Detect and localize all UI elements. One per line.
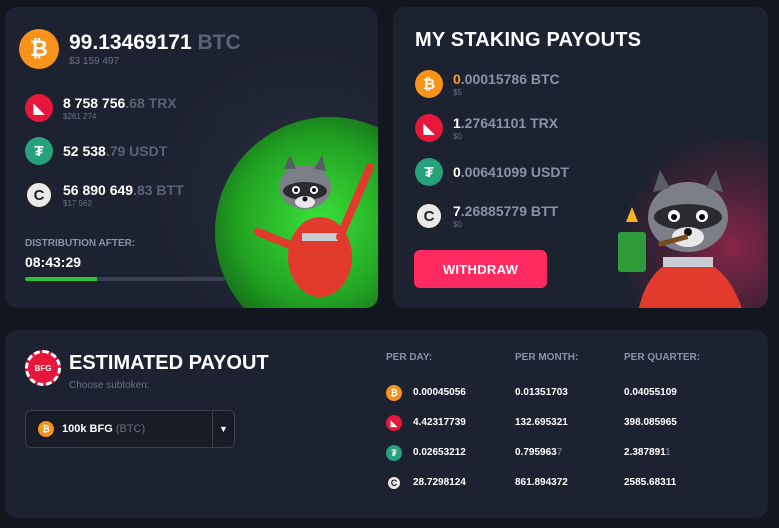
tron-icon: ◣ [415,114,443,142]
payout-row-usdt: ₮ 0.00641099 USDT [415,158,569,186]
payout-trx-lead: 1 [453,115,461,131]
usdt-per-quarter: 2.3878911 [624,447,671,458]
bittorrent-icon: C [415,202,443,230]
payout-row-btc: ₿ 0.00015786 BTC $5 [415,70,560,98]
tether-icon: ₮ [386,445,402,461]
pool-total: ₿ 99.13469171 BTC $3 159 497 [19,29,241,69]
pool-total-amount: 99.13469171 BTC [69,31,241,55]
payouts-title: MY STAKING PAYOUTS [415,29,642,51]
subtoken-select[interactable]: ₿ 100k BFG (BTC) ▼ [25,410,235,448]
payout-btc-lead: 0 [453,71,461,87]
btt-per-day: 28.7298124 [413,477,466,488]
payout-row-trx: ◣ 1.27641101 TRX $0 [415,114,558,142]
usdt-per-month-dim: 7 [556,447,563,458]
my-staking-payouts-card: MY STAKING PAYOUTS ₿ 0.00015786 BTC $5 ◣… [393,7,768,308]
payout-btt-unit: BTT [530,203,559,219]
table-row: ₮ [386,443,402,463]
pool-usd-btt: $17 562 [63,199,92,208]
tether-icon: ₮ [415,158,443,186]
subtoken-unit-text: (BTC) [115,423,146,435]
table-row: C [386,473,402,493]
pool-amount-btt-main: 56 890 649 [63,182,134,198]
tether-icon: ₮ [25,137,53,165]
bitcoin-icon: ₿ [19,29,59,69]
payout-row-btt: C 7.26885779 BTT $0 [415,202,558,230]
usdt-per-month-main: 0.795963 [515,447,557,458]
pool-amount-usdt: 52 538.79 USDT [63,143,167,159]
pool-amount-trx-dim: .68 TRX [125,95,177,111]
distribution-countdown: 08:43:29 [25,254,82,270]
staking-pool-card: ₿ 99.13469171 BTC $3 159 497 ◣ 8 758 756… [5,7,378,308]
choose-subtoken-label: Choose subtoken: [69,380,150,391]
estimated-payout-card: BFG ESTIMATED PAYOUT Choose subtoken: ₿ … [5,330,768,518]
pool-usd-trx: $261 274 [63,112,97,121]
pool-amount-trx-main: 8 758 756 [63,95,126,111]
chevron-down-icon[interactable]: ▼ [212,411,234,447]
table-row: ₿ [386,383,402,403]
pool-amount-usdt-dim: .79 USDT [105,143,168,159]
payout-btc-rest: .00015786 [460,71,527,87]
pool-amount-usdt-main: 52 538 [63,143,106,159]
payout-usdt-unit: USDT [530,164,569,180]
distribution-label: DISTRIBUTION AFTER: [25,238,136,249]
btt-per-month: 861.894372 [515,477,568,488]
header-per-day: PER DAY: [386,352,433,363]
payout-usd-btc: $5 [453,88,462,97]
pool-amount-trx: 8 758 756.68 TRX [63,95,177,111]
trx-per-day: 4.42317739 [413,417,466,428]
bfg-chip-text: BFG [34,363,52,373]
tron-icon: ◣ [25,94,53,122]
bittorrent-icon: C [25,181,53,209]
bfg-token-icon: ₿ [38,421,54,437]
payout-btt-lead: 7 [453,203,461,219]
pool-row-btt: C 56 890 649.83 BTT $17 562 [25,181,184,209]
tron-icon: ◣ [386,415,402,431]
pool-row-usdt: ₮ 52 538.79 USDT [25,137,167,165]
bitcoin-icon: ₿ [415,70,443,98]
pool-row-trx: ◣ 8 758 756.68 TRX $261 274 [25,94,177,122]
payout-amount-btt: 7.26885779 BTT [453,203,558,219]
pool-total-value: 99.13469171 [69,31,192,54]
header-per-quarter: PER QUARTER: [624,352,701,363]
header-per-month: PER MONTH: [515,352,579,363]
payout-amount-btc: 0.00015786 BTC [453,71,560,87]
estimated-payout-title: ESTIMATED PAYOUT [69,352,269,374]
usdt-per-quarter-dim: 1 [665,447,671,458]
trx-per-month: 132.695321 [515,417,568,428]
pool-total-usd: $3 159 497 [69,56,120,67]
pool-amount-btt: 56 890 649.83 BTT [63,182,184,198]
raccoon-mascot-cigar [618,170,742,308]
table-row: ◣ [386,413,402,433]
usdt-per-quarter-main: 2.387891 [624,447,666,458]
distribution-progress-bar [25,277,225,281]
bitcoin-icon: ₿ [386,385,402,401]
payout-amount-trx: 1.27641101 TRX [453,115,558,131]
btc-per-quarter: 0.04055109 [624,387,677,398]
payout-usdt-rest: .00641099 [460,164,527,180]
bittorrent-icon: C [386,475,402,491]
payout-usdt-lead: 0 [453,164,461,180]
btc-per-day: 0.00045056 [413,387,466,398]
payout-usd-btt: $0 [453,220,462,229]
payout-btc-unit: BTC [530,71,560,87]
payout-trx-unit: TRX [530,115,559,131]
usdt-per-day: 0.02653212 [413,447,466,458]
distribution-progress-fill [25,277,97,281]
btc-per-month: 0.01351703 [515,387,568,398]
pool-total-unit: BTC [197,31,241,54]
subtoken-value-text: 100k BFG [62,423,113,435]
bfg-chip-icon: BFG [25,350,61,386]
payout-amount-usdt: 0.00641099 USDT [453,164,569,180]
payout-trx-rest: .27641101 [460,115,527,131]
withdraw-button[interactable]: WITHDRAW [414,250,547,288]
trx-per-quarter: 398.085965 [624,417,677,428]
payout-usd-trx: $0 [453,132,462,141]
raccoon-mascot-lying [254,155,374,297]
payout-btt-rest: .26885779 [460,203,527,219]
subtoken-selected-value: 100k BFG (BTC) [62,423,145,435]
usdt-per-month: 0.7959637 [515,447,562,458]
pool-amount-btt-dim: .83 BTT [133,182,184,198]
btt-per-quarter: 2585.68311 [624,477,677,488]
